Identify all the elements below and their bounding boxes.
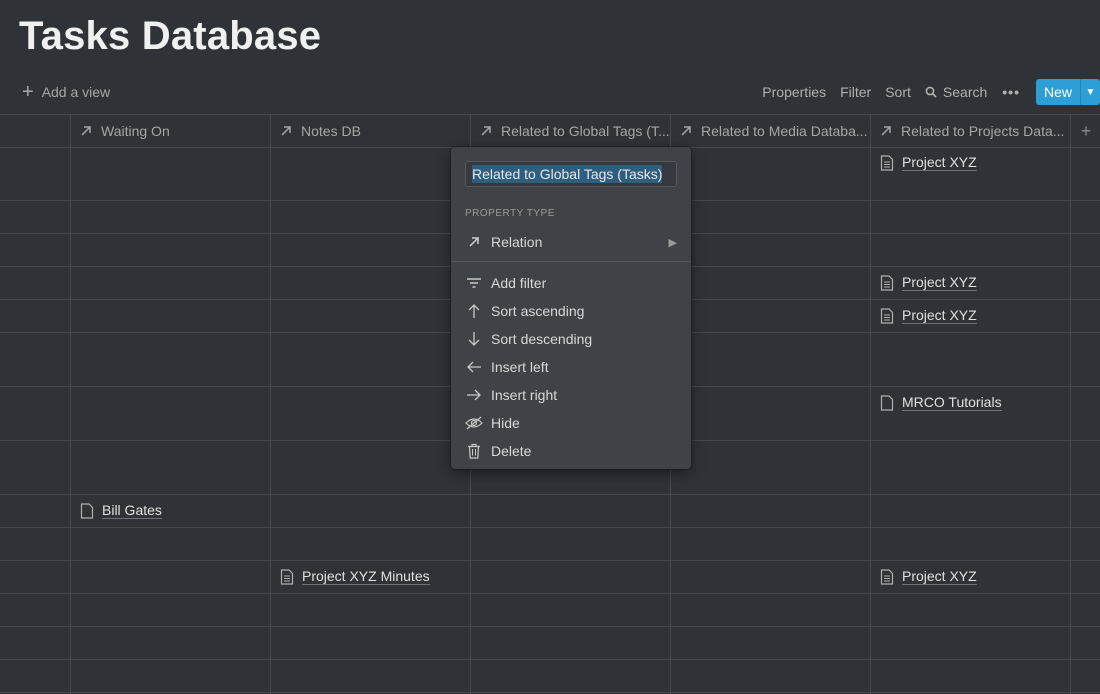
relation-link[interactable]: Project XYZ (880, 274, 977, 291)
relation-arrow-icon (465, 233, 483, 251)
page-icon (880, 568, 894, 585)
properties-button[interactable]: Properties (755, 84, 833, 100)
relation-link-label: Project XYZ (902, 154, 977, 171)
relation-link-label: Project XYZ (902, 307, 977, 324)
grid-line (270, 114, 271, 694)
property-name-input[interactable]: Related to Global Tags (Tasks) (465, 161, 677, 187)
menu-item-label: Insert right (491, 387, 558, 403)
column-header-label: Related to Global Tags (T... (501, 123, 670, 139)
chevron-down-icon[interactable]: ▼ (1080, 79, 1100, 105)
relation-link-label: MRCO Tutorials (902, 394, 1002, 411)
relation-arrow-icon (81, 126, 91, 136)
trash-icon (465, 442, 483, 460)
grid-line (870, 114, 871, 694)
more-options-button[interactable]: ••• (994, 84, 1028, 100)
new-label[interactable]: New (1036, 79, 1080, 105)
relation-link-label: Bill Gates (102, 502, 162, 519)
menu-item-sort-ascending[interactable]: Sort ascending (451, 297, 691, 325)
search-label: Search (942, 84, 988, 100)
grid-line (0, 626, 1100, 627)
sort-label: Sort (885, 84, 911, 100)
relation-link[interactable]: Bill Gates (80, 502, 162, 519)
page-title: Tasks Database (19, 14, 322, 58)
relation-arrow-icon (881, 126, 891, 136)
column-header-global-tags[interactable]: Related to Global Tags (T... (471, 115, 670, 147)
sort-button[interactable]: Sort (878, 84, 918, 100)
property-type-section-label: PROPERTY TYPE (465, 208, 555, 219)
property-menu: Related to Global Tags (Tasks) PROPERTY … (451, 147, 691, 469)
column-header-label: Related to Media Databa... (701, 123, 868, 139)
column-header-label: Related to Projects Data... (901, 123, 1065, 139)
relation-link-label: Project XYZ (902, 274, 977, 291)
relation-arrow-icon (281, 126, 291, 136)
filter-button[interactable]: Filter (833, 84, 878, 100)
menu-item-delete[interactable]: Delete (451, 437, 691, 465)
column-header-waiting-on[interactable]: Waiting On (71, 115, 270, 147)
page-icon (880, 307, 894, 324)
menu-item-label: Insert left (491, 359, 549, 375)
property-type-label: Relation (491, 234, 543, 250)
view-toolbar: Properties Filter Sort Search ••• New ▼ (755, 79, 1100, 105)
page-icon (880, 274, 894, 291)
arrow-up-icon (465, 302, 483, 320)
menu-item-label: Sort descending (491, 331, 593, 347)
column-header-label: Waiting On (101, 123, 170, 139)
column-header-media-database[interactable]: Related to Media Databa... (671, 115, 870, 147)
relation-link-label: Project XYZ Minutes (302, 568, 430, 585)
property-name-value: Related to Global Tags (Tasks) (472, 165, 663, 183)
filter-icon (465, 274, 483, 292)
menu-item-label: Delete (491, 443, 532, 459)
search-button[interactable]: Search (918, 84, 994, 100)
grid-line (0, 560, 1100, 561)
relation-link[interactable]: Project XYZ (880, 568, 977, 585)
relation-link[interactable]: MRCO Tutorials (880, 394, 1002, 411)
plus-icon: + (22, 81, 34, 103)
chevron-right-icon: ▶ (668, 236, 677, 249)
properties-label: Properties (762, 84, 827, 100)
menu-divider (451, 261, 691, 262)
menu-item-label: Sort ascending (491, 303, 585, 319)
property-type-relation[interactable]: Relation ▶ (451, 228, 691, 256)
new-button[interactable]: New ▼ (1035, 79, 1100, 105)
grid-line (1070, 114, 1071, 694)
grid-line (0, 593, 1100, 594)
arrow-left-icon (465, 358, 483, 376)
menu-item-label: Add filter (491, 275, 547, 291)
column-header-notes-db[interactable]: Notes DB (271, 115, 470, 147)
add-column-button[interactable]: + (1072, 115, 1100, 147)
menu-item-insert-right[interactable]: Insert right (451, 381, 691, 409)
menu-item-label: Hide (491, 415, 520, 431)
arrow-right-icon (465, 386, 483, 404)
column-header-label: Notes DB (301, 123, 361, 139)
grid-line (0, 494, 1100, 495)
grid-line (0, 692, 1100, 693)
page-icon (880, 154, 894, 171)
menu-item-sort-descending[interactable]: Sort descending (451, 325, 691, 353)
relation-link[interactable]: Project XYZ (880, 307, 977, 324)
relation-link-label: Project XYZ (902, 568, 977, 585)
relation-link[interactable]: Project XYZ Minutes (280, 568, 430, 585)
page-icon (280, 568, 294, 585)
filter-label: Filter (840, 84, 872, 100)
search-icon (925, 86, 937, 98)
page-icon (80, 502, 94, 519)
menu-item-hide[interactable]: Hide (451, 409, 691, 437)
arrow-down-icon (465, 330, 483, 348)
eye-off-icon (465, 414, 483, 432)
grid-line (0, 527, 1100, 528)
page-icon (880, 394, 894, 411)
relation-arrow-icon (481, 126, 491, 136)
column-header-projects-database[interactable]: Related to Projects Data... (871, 115, 1070, 147)
menu-item-add-filter[interactable]: Add filter (451, 269, 691, 297)
add-view-label: Add a view (41, 84, 111, 100)
menu-item-insert-left[interactable]: Insert left (451, 353, 691, 381)
relation-link[interactable]: Project XYZ (880, 154, 977, 171)
add-view-button[interactable]: + Add a view (22, 82, 110, 102)
grid-line (0, 659, 1100, 660)
grid-line (70, 114, 71, 694)
relation-arrow-icon (681, 126, 691, 136)
